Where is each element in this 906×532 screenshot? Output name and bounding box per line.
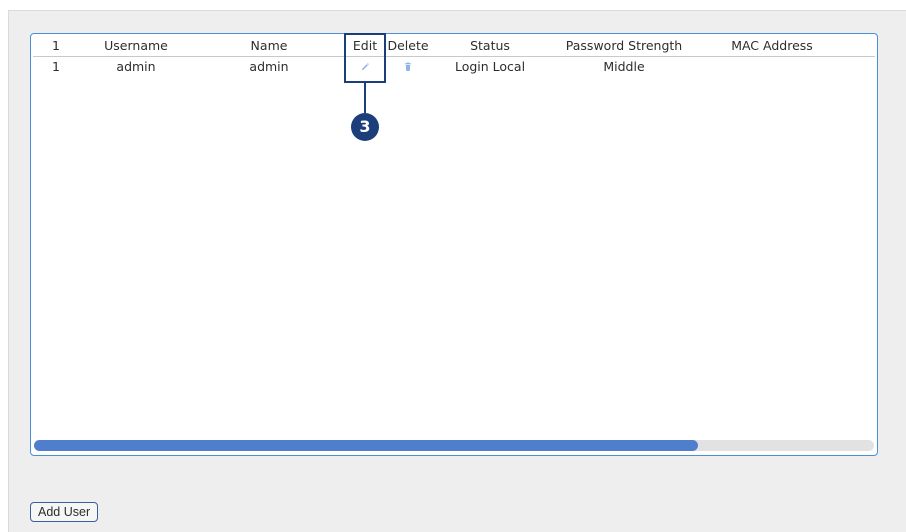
column-header-status[interactable]: Status <box>470 38 510 54</box>
row-status: Login Local <box>454 59 526 74</box>
callout-highlight-box <box>344 33 386 83</box>
column-header-delete: Delete <box>387 38 429 53</box>
callout-number-badge: 3 <box>351 113 379 141</box>
column-header-name[interactable]: Name <box>251 38 288 54</box>
row-username: admin <box>116 59 156 74</box>
row-index: 1 <box>52 59 60 74</box>
column-header-username[interactable]: Username <box>104 38 168 54</box>
column-header-password-strength[interactable]: Password Strength <box>566 38 682 54</box>
header-divider <box>33 56 875 57</box>
user-table: 1 Username Name Edit Delete Status Passw… <box>30 33 878 456</box>
trash-icon[interactable] <box>403 62 413 72</box>
horizontal-scrollbar-track[interactable] <box>34 440 874 451</box>
row-name: admin <box>249 59 289 74</box>
column-header-mac-address[interactable]: MAC Address <box>731 38 813 54</box>
add-user-button[interactable]: Add User <box>30 502 99 522</box>
callout-connector-line <box>364 83 366 113</box>
row-password-strength: Middle <box>603 59 645 74</box>
horizontal-scrollbar-thumb[interactable] <box>34 440 698 451</box>
column-header-index: 1 <box>52 38 60 53</box>
